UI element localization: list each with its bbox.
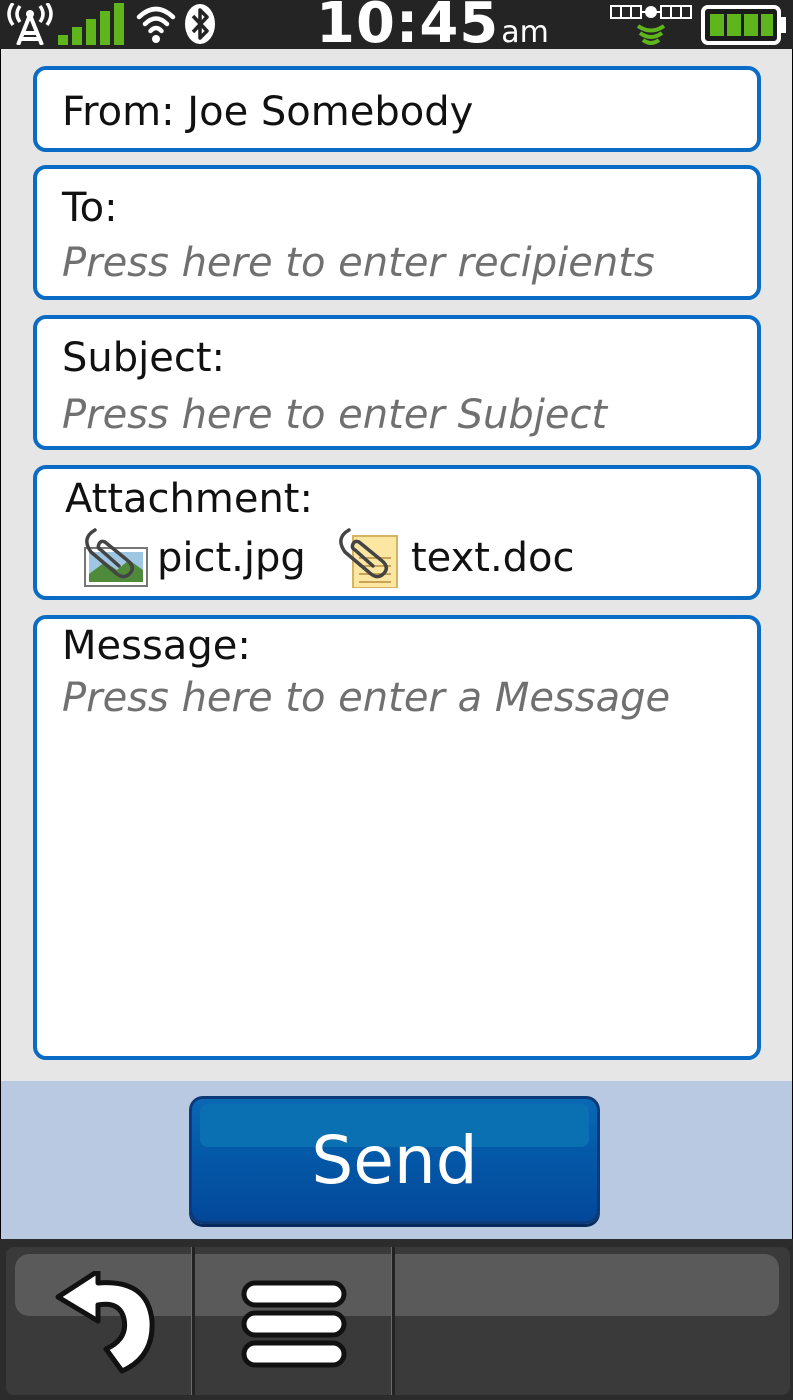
menu-icon	[241, 1280, 347, 1368]
document-attachment-icon	[339, 528, 398, 588]
from-label: From: Joe Somebody	[62, 89, 474, 135]
battery-icon	[701, 5, 786, 45]
gps-satellite-icon	[610, 5, 692, 45]
image-attachment-icon	[84, 528, 148, 587]
to-label: To:	[62, 185, 118, 231]
attachment-item[interactable]: text.doc	[337, 527, 575, 589]
bluetooth-icon	[185, 4, 215, 44]
subject-field[interactable]: Subject: Press here to enter Subject	[33, 315, 761, 450]
back-icon	[55, 1271, 155, 1374]
wifi-icon	[136, 6, 176, 43]
send-button-label: Send	[311, 1122, 478, 1199]
clock-ampm: am	[501, 15, 549, 50]
to-field[interactable]: To: Press here to enter recipients	[33, 165, 761, 300]
subject-placeholder: Press here to enter Subject	[62, 392, 608, 438]
bottom-navigation-bar	[0, 1239, 793, 1400]
clock-time: 10:45	[316, 0, 500, 56]
message-field[interactable]: Message: Press here to enter a Message	[33, 615, 761, 1060]
message-label: Message:	[62, 623, 251, 669]
subject-label: Subject:	[62, 335, 226, 381]
send-area: Send	[1, 1081, 792, 1239]
attachment-name: text.doc	[411, 535, 575, 581]
attachment-label: Attachment:	[65, 476, 313, 522]
from-field[interactable]: From: Joe Somebody	[33, 66, 761, 152]
bottom-bar-divider	[191, 1247, 195, 1395]
antenna-icon	[7, 3, 53, 45]
send-button[interactable]: Send	[189, 1096, 600, 1224]
attachment-item[interactable]: pict.jpg	[75, 527, 306, 589]
attachment-name: pict.jpg	[157, 535, 306, 581]
compose-form: From: Joe Somebody To: Press here to ent…	[1, 49, 792, 1081]
signal-bars-icon	[58, 3, 124, 45]
to-placeholder: Press here to enter recipients	[62, 240, 655, 286]
bottom-bar-divider	[391, 1247, 395, 1395]
message-placeholder: Press here to enter a Message	[62, 675, 671, 721]
attachment-field: Attachment: pict.jpg text.doc	[33, 465, 761, 600]
menu-button[interactable]	[196, 1247, 390, 1395]
back-button[interactable]	[8, 1247, 190, 1395]
status-bar: 10:45am	[0, 0, 793, 54]
